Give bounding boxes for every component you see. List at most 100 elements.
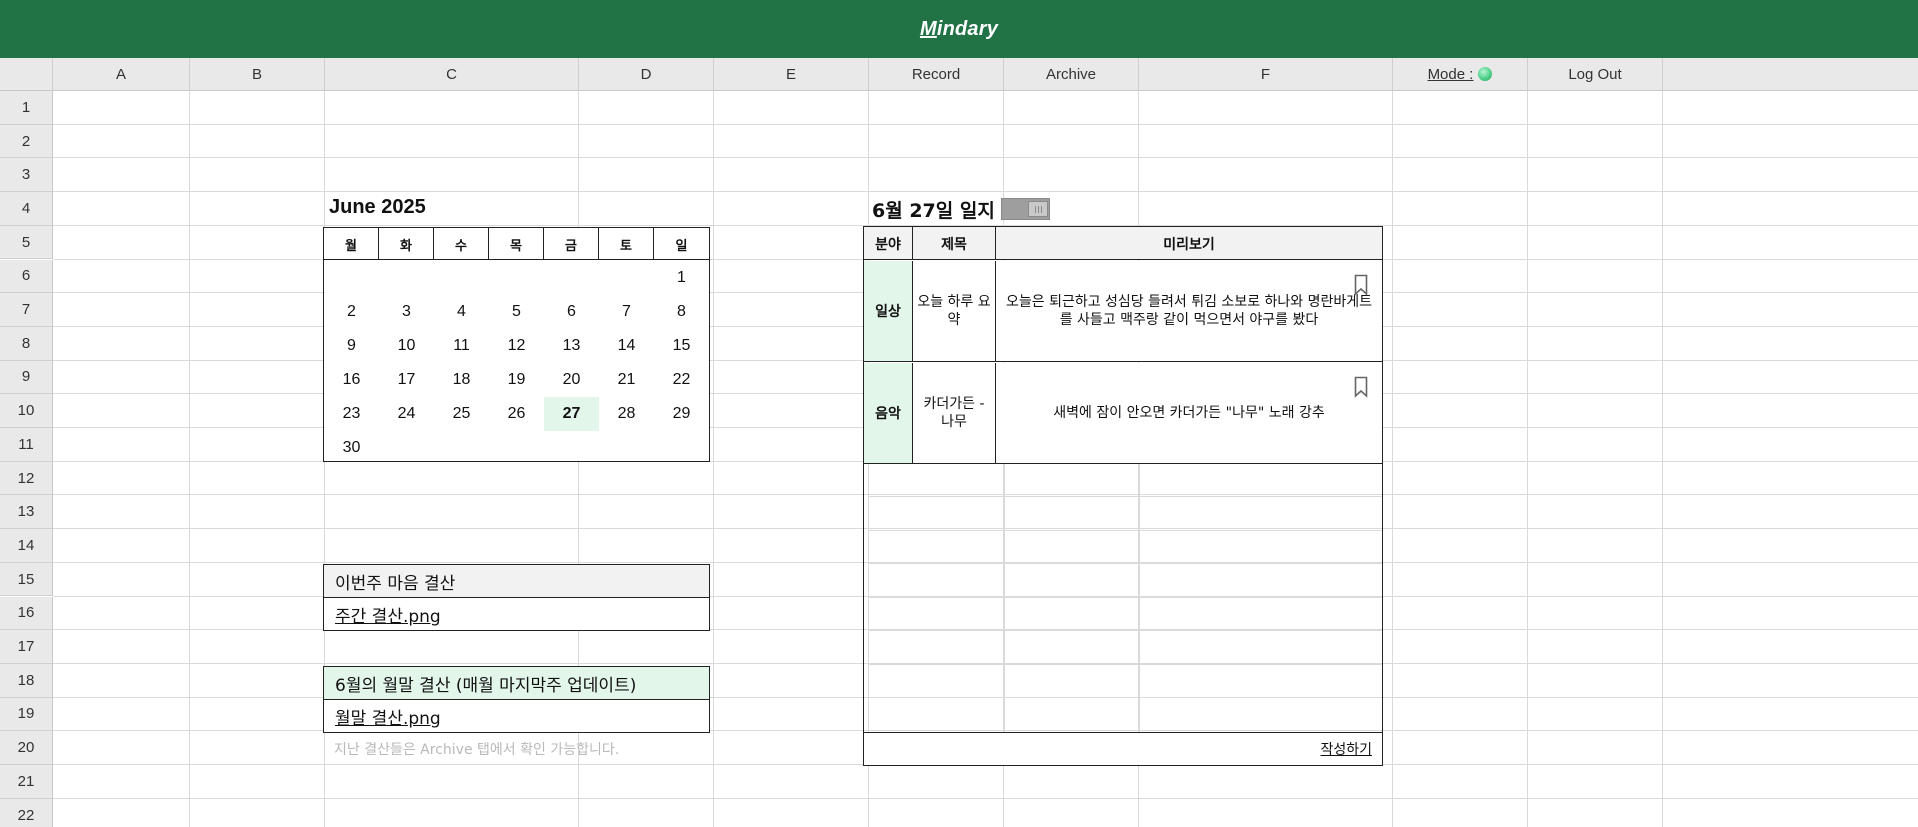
row-header[interactable]: 21 <box>0 765 53 799</box>
column-header-f[interactable]: F <box>1139 58 1393 91</box>
row-header[interactable]: 19 <box>0 697 53 732</box>
calendar-day[interactable]: 26 <box>489 397 544 431</box>
calendar-day[interactable]: 16 <box>324 363 379 397</box>
row-header[interactable]: 13 <box>0 495 53 530</box>
journal-entry-preview: 새벽에 잠이 안오면 카더가든 "나무" 노래 강추 <box>996 363 1382 463</box>
calendar-day[interactable]: 1 <box>654 261 709 295</box>
write-entry-link[interactable]: 작성하기 <box>1320 739 1372 759</box>
calendar-day[interactable]: 18 <box>434 363 489 397</box>
weekly-summary-title: 이번주 마음 결산 <box>324 565 709 598</box>
calendar-empty-cell <box>544 431 599 465</box>
calendar-day[interactable]: 11 <box>434 329 489 363</box>
calendar-weekday: 화 <box>379 228 434 260</box>
calendar-week-row: 9 10 11 12 13 14 15 <box>324 329 709 363</box>
toggle-knob[interactable] <box>1028 201 1048 217</box>
row-header[interactable]: 1 <box>0 91 53 125</box>
calendar-day[interactable]: 12 <box>489 329 544 363</box>
calendar-day[interactable]: 4 <box>434 295 489 329</box>
calendar-day[interactable]: 21 <box>599 363 654 397</box>
grid-line <box>53 797 1918 799</box>
row-header[interactable]: 7 <box>0 293 53 327</box>
calendar-weekday: 월 <box>324 228 379 260</box>
grid-line <box>868 664 1382 665</box>
calendar-day[interactable]: 19 <box>489 363 544 397</box>
row-header[interactable]: 2 <box>0 124 53 159</box>
row-header[interactable]: 14 <box>0 529 53 563</box>
row-header[interactable]: 11 <box>0 428 53 462</box>
calendar-day[interactable]: 10 <box>379 329 434 363</box>
grid-line <box>1662 91 1663 827</box>
calendar-weekday: 일 <box>675 238 688 254</box>
calendar-week-row: 30 <box>324 431 709 465</box>
column-header-d[interactable]: D <box>579 58 714 91</box>
grid-line <box>1527 91 1528 827</box>
grid-line <box>53 191 1918 193</box>
row-header[interactable]: 15 <box>0 562 53 597</box>
journal-header-category: 분야 <box>864 227 913 260</box>
calendar-day[interactable]: 30 <box>324 431 379 465</box>
journal-entry-row[interactable]: 일상 오늘 하루 요약 오늘은 퇴근하고 성심당 들려서 튀김 소보로 하나와 … <box>864 261 1382 362</box>
calendar-day[interactable]: 24 <box>379 397 434 431</box>
row-header[interactable]: 9 <box>0 360 53 395</box>
bookmark-icon[interactable] <box>1354 376 1368 398</box>
calendar-day[interactable]: 6 <box>544 295 599 329</box>
calendar-day[interactable]: 23 <box>324 397 379 431</box>
row-header[interactable]: 17 <box>0 630 53 664</box>
row-header[interactable]: 18 <box>0 663 53 698</box>
row-header[interactable]: 22 <box>0 798 53 827</box>
calendar-day[interactable]: 3 <box>379 295 434 329</box>
calendar-day[interactable]: 5 <box>489 295 544 329</box>
row-header[interactable]: 5 <box>0 225 53 260</box>
weekly-summary-file-link[interactable]: 주간 결산.png <box>324 598 709 630</box>
toggle-switch-icon[interactable] <box>1001 198 1050 220</box>
calendar-day[interactable]: 29 <box>654 397 709 431</box>
calendar-day-today[interactable]: 27 <box>544 397 599 431</box>
calendar-week-row: 16 17 18 19 20 21 22 <box>324 363 709 397</box>
column-header-b[interactable]: B <box>190 58 325 91</box>
column-header-c[interactable]: C <box>325 58 579 91</box>
journal-entry-row[interactable]: 음악 카더가든 - 나무 새벽에 잠이 안오면 카더가든 "나무" 노래 강추 <box>864 363 1382 464</box>
column-header-a[interactable]: A <box>53 58 190 91</box>
row-header[interactable]: 8 <box>0 326 53 361</box>
calendar-day[interactable]: 25 <box>434 397 489 431</box>
journal-empty-area <box>864 464 1382 732</box>
monthly-summary-file-link[interactable]: 월말 결산.png <box>324 700 709 732</box>
mode-dot-icon <box>1478 67 1493 81</box>
column-header-e[interactable]: E <box>714 58 869 91</box>
row-header[interactable]: 4 <box>0 192 53 226</box>
calendar-empty-cell <box>599 431 654 465</box>
app-logo[interactable]: Mindary <box>920 18 998 41</box>
calendar-day[interactable]: 15 <box>654 329 709 363</box>
calendar-day[interactable]: 28 <box>599 397 654 431</box>
calendar-day[interactable]: 8 <box>654 295 709 329</box>
weekly-summary-box: 이번주 마음 결산 주간 결산.png <box>323 564 710 631</box>
calendar-day[interactable]: 14 <box>599 329 654 363</box>
grid-line <box>1392 91 1393 827</box>
nav-archive-tab[interactable]: Archive <box>1004 58 1139 91</box>
calendar-day[interactable]: 20 <box>544 363 599 397</box>
grid-line <box>868 697 1382 698</box>
logout-button[interactable]: Log Out <box>1528 58 1663 91</box>
mode-toggle-button[interactable]: Mode : <box>1393 58 1528 91</box>
row-header[interactable]: 12 <box>0 461 53 496</box>
row-header[interactable]: 20 <box>0 731 53 765</box>
calendar-day[interactable]: 9 <box>324 329 379 363</box>
nav-record-tab[interactable]: Record <box>869 58 1004 91</box>
calendar-weekday: 금 <box>544 228 599 260</box>
bookmark-icon[interactable] <box>1354 274 1368 296</box>
calendar-day[interactable]: 22 <box>654 363 709 397</box>
calendar-day[interactable]: 2 <box>324 295 379 329</box>
row-header[interactable]: 16 <box>0 596 53 631</box>
grid-line <box>868 597 1382 598</box>
grid-line <box>868 464 869 732</box>
row-header[interactable]: 3 <box>0 158 53 193</box>
calendar-day[interactable]: 7 <box>599 295 654 329</box>
row-header[interactable]: 10 <box>0 394 53 428</box>
grid-line <box>53 157 1918 159</box>
corner-cell[interactable] <box>0 58 53 91</box>
calendar-empty-cell <box>434 431 489 465</box>
calendar-week-row: 1 <box>324 261 709 295</box>
calendar-day[interactable]: 17 <box>379 363 434 397</box>
row-header[interactable]: 6 <box>0 259 53 294</box>
calendar-day[interactable]: 13 <box>544 329 599 363</box>
